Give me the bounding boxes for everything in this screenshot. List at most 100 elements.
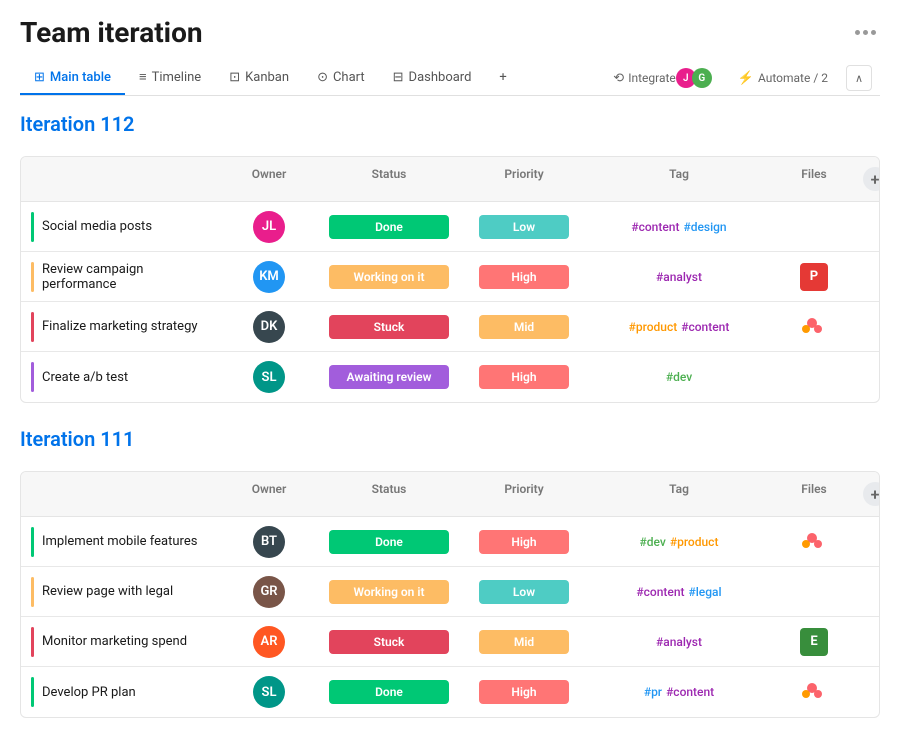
task-name-1-0[interactable]: Implement mobile features: [42, 534, 197, 549]
table-row-1-1: Review page with legal GR Working on it Low…: [21, 567, 879, 617]
cell-priority-1-3[interactable]: High: [469, 672, 579, 712]
status-badge[interactable]: Awaiting review: [329, 365, 449, 389]
cell-owner-0-1: KM: [229, 253, 309, 301]
collapse-button[interactable]: ∧: [846, 65, 872, 91]
status-badge[interactable]: Done: [329, 680, 449, 704]
col-header-4: Tag: [579, 478, 779, 510]
tag-item[interactable]: #dev: [640, 535, 666, 549]
cell-status-1-3[interactable]: Done: [309, 672, 469, 712]
tag-item[interactable]: #design: [683, 220, 726, 234]
avatar-stack: J G: [680, 68, 712, 88]
task-name-0-0[interactable]: Social media posts: [42, 219, 152, 234]
task-name-0-1[interactable]: Review campaign performance: [42, 262, 219, 292]
priority-badge[interactable]: Low: [479, 215, 569, 239]
col-header-6[interactable]: +: [849, 163, 879, 195]
tab-add[interactable]: +: [485, 62, 520, 95]
status-badge[interactable]: Done: [329, 530, 449, 554]
cell-status-0-0[interactable]: Done: [309, 207, 469, 247]
cell-priority-1-1[interactable]: Low: [469, 572, 579, 612]
cell-status-1-0[interactable]: Done: [309, 522, 469, 562]
task-name-1-3[interactable]: Develop PR plan: [42, 685, 136, 700]
cell-tag-0-3: #dev: [579, 362, 779, 392]
automate-button[interactable]: ⚡ Automate / 2: [730, 67, 836, 90]
task-name-0-3[interactable]: Create a/b test: [42, 370, 128, 385]
file-icon[interactable]: P: [800, 263, 828, 291]
tag-item[interactable]: #analyst: [656, 635, 702, 649]
priority-badge[interactable]: Low: [479, 580, 569, 604]
add-column-button[interactable]: +: [863, 167, 880, 191]
cell-owner-1-3: SL: [229, 668, 309, 716]
cell-status-1-1[interactable]: Working on it: [309, 572, 469, 612]
avatar[interactable]: DK: [253, 311, 285, 343]
avatar[interactable]: KM: [253, 261, 285, 293]
cell-status-0-3[interactable]: Awaiting review: [309, 357, 469, 397]
tab-chart[interactable]: ⊙ Chart: [303, 62, 379, 95]
file-icon[interactable]: E: [800, 628, 828, 656]
cell-status-0-2[interactable]: Stuck: [309, 307, 469, 347]
integrate-icon: ⟲: [613, 71, 624, 86]
integrate-button[interactable]: ⟲ Integrate J G: [605, 64, 719, 92]
tab-timeline[interactable]: ≡ Timeline: [125, 61, 215, 95]
cell-priority-0-2[interactable]: Mid: [469, 307, 579, 347]
avatar[interactable]: GR: [253, 576, 285, 608]
status-badge[interactable]: Working on it: [329, 265, 449, 289]
tab-dashboard[interactable]: ⊟ Dashboard: [379, 62, 486, 95]
status-badge[interactable]: Done: [329, 215, 449, 239]
tag-item[interactable]: #analyst: [656, 270, 702, 284]
status-badge[interactable]: Stuck: [329, 315, 449, 339]
asana-icon[interactable]: [800, 678, 828, 706]
status-badge[interactable]: Stuck: [329, 630, 449, 654]
task-name-0-2[interactable]: Finalize marketing strategy: [42, 319, 198, 334]
cell-files-1-3: [779, 670, 849, 714]
tag-item[interactable]: #legal: [689, 585, 722, 599]
avatar[interactable]: SL: [253, 361, 285, 393]
priority-badge[interactable]: High: [479, 530, 569, 554]
cell-priority-0-3[interactable]: High: [469, 357, 579, 397]
table-row-0-3: Create a/b test SL Awaiting review High #dev: [21, 352, 879, 402]
tag-item[interactable]: #product: [670, 535, 719, 549]
cell-priority-0-1[interactable]: High: [469, 257, 579, 297]
col-header-6[interactable]: +: [849, 478, 879, 510]
add-column-button[interactable]: +: [863, 482, 880, 506]
integrate-label: Integrate: [628, 71, 676, 85]
tab-main-table[interactable]: ⊞ Main table: [20, 62, 125, 95]
col-header-4: Tag: [579, 163, 779, 195]
table-row-0-1: Review campaign performance KM Working on …: [21, 252, 879, 302]
priority-badge[interactable]: High: [479, 265, 569, 289]
cell-priority-1-2[interactable]: Mid: [469, 622, 579, 662]
avatar[interactable]: SL: [253, 676, 285, 708]
avatar[interactable]: BT: [253, 526, 285, 558]
cell-name-1-3: Develop PR plan: [21, 669, 229, 715]
tab-kanban[interactable]: ⊡ Kanban: [215, 62, 303, 95]
task-name-1-1[interactable]: Review page with legal: [42, 584, 173, 599]
avatar[interactable]: JL: [253, 211, 285, 243]
cell-plus-0-1: [849, 269, 879, 285]
cell-plus-1-1: [849, 584, 879, 600]
tag-item[interactable]: #content: [681, 320, 729, 334]
tag-item[interactable]: #pr: [644, 685, 662, 699]
avatar[interactable]: AR: [253, 626, 285, 658]
tag-item[interactable]: #content: [636, 585, 684, 599]
cell-priority-0-0[interactable]: Low: [469, 207, 579, 247]
tab-add-label: +: [499, 70, 506, 85]
priority-badge[interactable]: High: [479, 365, 569, 389]
status-badge[interactable]: Working on it: [329, 580, 449, 604]
tag-item[interactable]: #content: [631, 220, 679, 234]
cell-status-0-1[interactable]: Working on it: [309, 257, 469, 297]
priority-badge[interactable]: Mid: [479, 630, 569, 654]
app-container: Team iteration ⊞ Main table ≡ Timeline ⊡…: [0, 0, 900, 718]
asana-icon[interactable]: [800, 528, 828, 556]
tag-item[interactable]: #dev: [666, 370, 692, 384]
task-name-1-2[interactable]: Monitor marketing spend: [42, 634, 187, 649]
cell-priority-1-0[interactable]: High: [469, 522, 579, 562]
tag-item[interactable]: #product: [629, 320, 678, 334]
priority-badge[interactable]: High: [479, 680, 569, 704]
priority-badge[interactable]: Mid: [479, 315, 569, 339]
tag-item[interactable]: #content: [666, 685, 714, 699]
asana-icon[interactable]: [800, 313, 828, 341]
cell-tag-0-2: #product#content: [579, 312, 779, 342]
cell-name-1-2: Monitor marketing spend: [21, 619, 229, 665]
cell-status-1-2[interactable]: Stuck: [309, 622, 469, 662]
table-0: OwnerStatusPriorityTagFiles+Social media…: [20, 156, 880, 403]
more-options-button[interactable]: [851, 26, 880, 39]
